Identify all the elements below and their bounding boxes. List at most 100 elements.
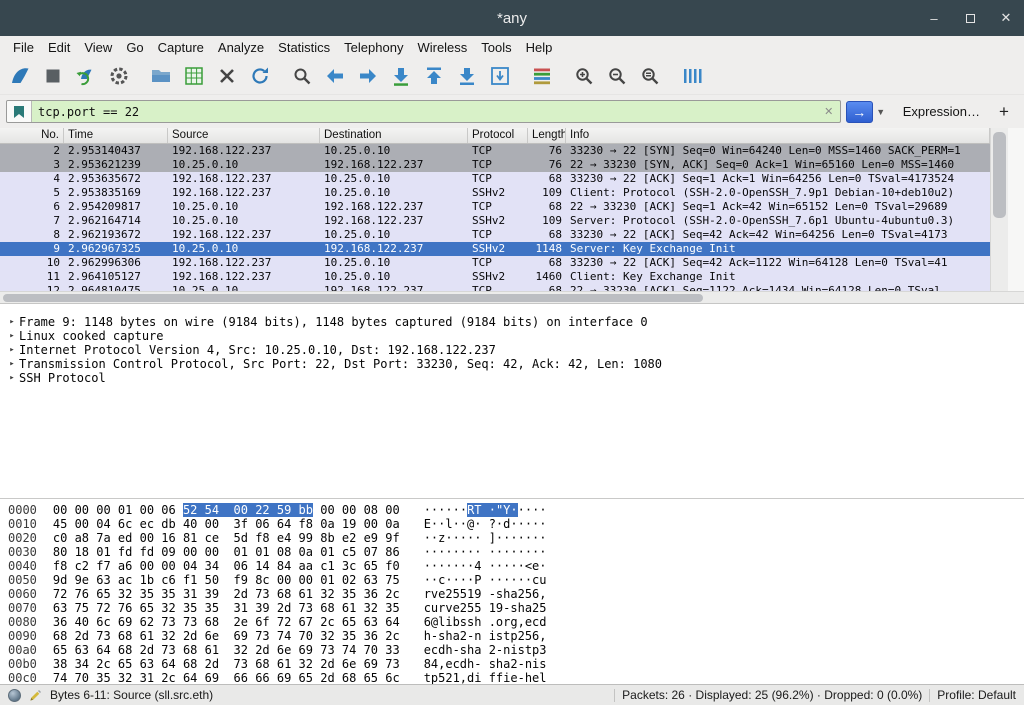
menu-item-analyze[interactable]: Analyze	[211, 38, 271, 57]
capture-comment-icon[interactable]	[28, 688, 43, 703]
menu-item-file[interactable]: File	[6, 38, 41, 57]
hex-ascii[interactable]: ··c····P ······cu	[424, 573, 547, 587]
maximize-button[interactable]	[962, 11, 978, 26]
auto-scroll-button[interactable]	[485, 62, 515, 90]
packet-row-3[interactable]: 32.95362123910.25.0.10192.168.122.237TCP…	[0, 158, 990, 172]
packet-row-2[interactable]: 22.953140437192.168.122.23710.25.0.10TCP…	[0, 144, 990, 158]
restart-capture-button[interactable]	[71, 62, 101, 90]
filter-clear-button[interactable]: ✕	[818, 105, 840, 118]
filter-dropdown-button[interactable]: ▼	[873, 101, 889, 123]
expander-icon[interactable]: ▸	[5, 329, 19, 343]
filter-value-text[interactable]: tcp.port == 22	[32, 105, 818, 119]
expander-icon[interactable]: ▸	[5, 343, 19, 357]
hex-row-0060[interactable]: 006072 76 65 32 35 35 31 39 2d 73 68 61 …	[8, 587, 1024, 601]
hex-row-0010[interactable]: 001045 00 04 6c ec db 40 00 3f 06 64 f8 …	[8, 517, 1024, 531]
packet-list-vertical-scrollbar[interactable]	[990, 128, 1008, 291]
status-profile[interactable]: Profile: Default	[937, 688, 1016, 702]
vertical-scrollbar-thumb[interactable]	[993, 132, 1006, 218]
hex-ascii[interactable]: ········ ········	[424, 545, 547, 559]
column-header-time[interactable]: Time	[64, 128, 168, 143]
hex-ascii[interactable]: ······RT ·"Y·····	[424, 503, 547, 517]
column-header-protocol[interactable]: Protocol	[468, 128, 528, 143]
hex-bytes[interactable]: 9d 9e 63 ac 1b c6 f1 50 f9 8c 00 00 01 0…	[53, 573, 400, 587]
column-header-destination[interactable]: Destination	[320, 128, 468, 143]
hex-ascii[interactable]: ··z····· ]·······	[424, 531, 547, 545]
resize-columns-button[interactable]	[677, 62, 707, 90]
hex-bytes[interactable]: 68 2d 73 68 61 32 2d 6e 69 73 74 70 32 3…	[53, 629, 400, 643]
go-first-button[interactable]	[419, 62, 449, 90]
hex-row-00b0[interactable]: 00b038 34 2c 65 63 64 68 2d 73 68 61 32 …	[8, 657, 1024, 671]
go-back-button[interactable]	[320, 62, 350, 90]
hex-row-0000[interactable]: 000000 00 00 01 00 06 52 54 00 22 59 bb …	[8, 503, 1024, 517]
hex-bytes[interactable]: 74 70 35 32 31 2c 64 69 66 66 69 65 2d 6…	[53, 671, 400, 684]
hex-ascii[interactable]: ·······4 ·····<e·	[424, 559, 547, 573]
hex-bytes[interactable]: 80 18 01 fd fd 09 00 00 01 01 08 0a 01 c…	[53, 545, 400, 559]
menu-item-go[interactable]: Go	[119, 38, 150, 57]
hex-bytes[interactable]: 72 76 65 32 35 35 31 39 2d 73 68 61 32 3…	[53, 587, 400, 601]
hex-ascii[interactable]: ecdh-sha 2-nistp3	[424, 643, 547, 657]
hex-ascii[interactable]: curve255 19-sha25	[424, 601, 547, 615]
menu-item-edit[interactable]: Edit	[41, 38, 77, 57]
expression-button[interactable]: Expression…	[903, 104, 980, 119]
hex-bytes[interactable]: c0 a8 7a ed 00 16 81 ce 5d f8 e4 99 8b e…	[53, 531, 400, 545]
add-filter-button[interactable]: +	[992, 102, 1016, 122]
filter-apply-button[interactable]: →	[846, 101, 873, 123]
display-filter-input[interactable]: tcp.port == 22 ✕	[6, 100, 841, 123]
packet-row-7[interactable]: 72.96216471410.25.0.10192.168.122.237SSH…	[0, 214, 990, 228]
packet-row-5[interactable]: 52.953835169192.168.122.23710.25.0.10SSH…	[0, 186, 990, 200]
detail-row-3[interactable]: ▸Transmission Control Protocol, Src Port…	[0, 357, 1024, 371]
save-file-button[interactable]	[179, 62, 209, 90]
stop-capture-button[interactable]	[38, 62, 68, 90]
column-header-source[interactable]: Source	[168, 128, 320, 143]
menu-item-view[interactable]: View	[77, 38, 119, 57]
hex-ascii[interactable]: 84,ecdh- sha2-nis	[424, 657, 547, 671]
hex-bytes[interactable]: 65 63 64 68 2d 73 68 61 32 2d 6e 69 73 7…	[53, 643, 400, 657]
expander-icon[interactable]: ▸	[5, 357, 19, 371]
expander-icon[interactable]: ▸	[5, 371, 19, 385]
menu-item-telephony[interactable]: Telephony	[337, 38, 410, 57]
packet-row-12[interactable]: 122.96481047510.25.0.10192.168.122.237TC…	[0, 284, 990, 291]
hex-bytes[interactable]: f8 c2 f7 a6 00 00 04 34 06 14 84 aa c1 3…	[53, 559, 400, 573]
reload-button[interactable]	[245, 62, 275, 90]
close-button[interactable]: ✕	[998, 10, 1014, 26]
packet-list-horizontal-scrollbar[interactable]	[0, 291, 1024, 304]
hex-row-0020[interactable]: 0020c0 a8 7a ed 00 16 81 ce 5d f8 e4 99 …	[8, 531, 1024, 545]
hex-bytes[interactable]: 63 75 72 76 65 32 35 35 31 39 2d 73 68 6…	[53, 601, 400, 615]
horizontal-scrollbar-thumb[interactable]	[3, 294, 703, 302]
find-packet-button[interactable]	[287, 62, 317, 90]
packet-row-6[interactable]: 62.95420981710.25.0.10192.168.122.237TCP…	[0, 200, 990, 214]
hex-row-0090[interactable]: 009068 2d 73 68 61 32 2d 6e 69 73 74 70 …	[8, 629, 1024, 643]
filter-bookmark-button[interactable]	[7, 101, 32, 122]
hex-bytes[interactable]: 45 00 04 6c ec db 40 00 3f 06 64 f8 0a 1…	[53, 517, 400, 531]
hex-row-0070[interactable]: 007063 75 72 76 65 32 35 35 31 39 2d 73 …	[8, 601, 1024, 615]
go-last-button[interactable]	[452, 62, 482, 90]
zoom-reset-button[interactable]	[635, 62, 665, 90]
column-header-length[interactable]: Length	[528, 128, 566, 143]
expander-icon[interactable]: ▸	[5, 315, 19, 329]
detail-row-0[interactable]: ▸Frame 9: 1148 bytes on wire (9184 bits)…	[0, 315, 1024, 329]
hex-ascii[interactable]: tp521,di ffie-hel	[424, 671, 547, 684]
detail-row-4[interactable]: ▸SSH Protocol	[0, 371, 1024, 385]
capture-options-button[interactable]	[104, 62, 134, 90]
column-header-no[interactable]: No.	[0, 128, 64, 143]
packet-row-10[interactable]: 102.962996306192.168.122.23710.25.0.10TC…	[0, 256, 990, 270]
menu-item-statistics[interactable]: Statistics	[271, 38, 337, 57]
zoom-in-button[interactable]	[569, 62, 599, 90]
menu-item-wireless[interactable]: Wireless	[410, 38, 474, 57]
start-capture-button[interactable]	[5, 62, 35, 90]
hex-row-0040[interactable]: 0040f8 c2 f7 a6 00 00 04 34 06 14 84 aa …	[8, 559, 1024, 573]
packet-row-9[interactable]: 92.96296732510.25.0.10192.168.122.237SSH…	[0, 242, 990, 256]
colorize-button[interactable]	[527, 62, 557, 90]
hex-bytes[interactable]: 38 34 2c 65 63 64 68 2d 73 68 61 32 2d 6…	[53, 657, 400, 671]
hex-bytes[interactable]: 00 00 00 01 00 06 52 54 00 22 59 bb 00 0…	[53, 503, 400, 517]
hex-ascii[interactable]: rve25519 -sha256,	[424, 587, 547, 601]
packet-row-11[interactable]: 112.964105127192.168.122.23710.25.0.10SS…	[0, 270, 990, 284]
zoom-out-button[interactable]	[602, 62, 632, 90]
detail-row-2[interactable]: ▸Internet Protocol Version 4, Src: 10.25…	[0, 343, 1024, 357]
packet-row-4[interactable]: 42.953635672192.168.122.23710.25.0.10TCP…	[0, 172, 990, 186]
hex-row-00c0[interactable]: 00c074 70 35 32 31 2c 64 69 66 66 69 65 …	[8, 671, 1024, 684]
column-header-info[interactable]: Info	[566, 128, 990, 143]
close-file-button[interactable]	[212, 62, 242, 90]
go-to-packet-button[interactable]	[386, 62, 416, 90]
hex-row-0050[interactable]: 00509d 9e 63 ac 1b c6 f1 50 f9 8c 00 00 …	[8, 573, 1024, 587]
